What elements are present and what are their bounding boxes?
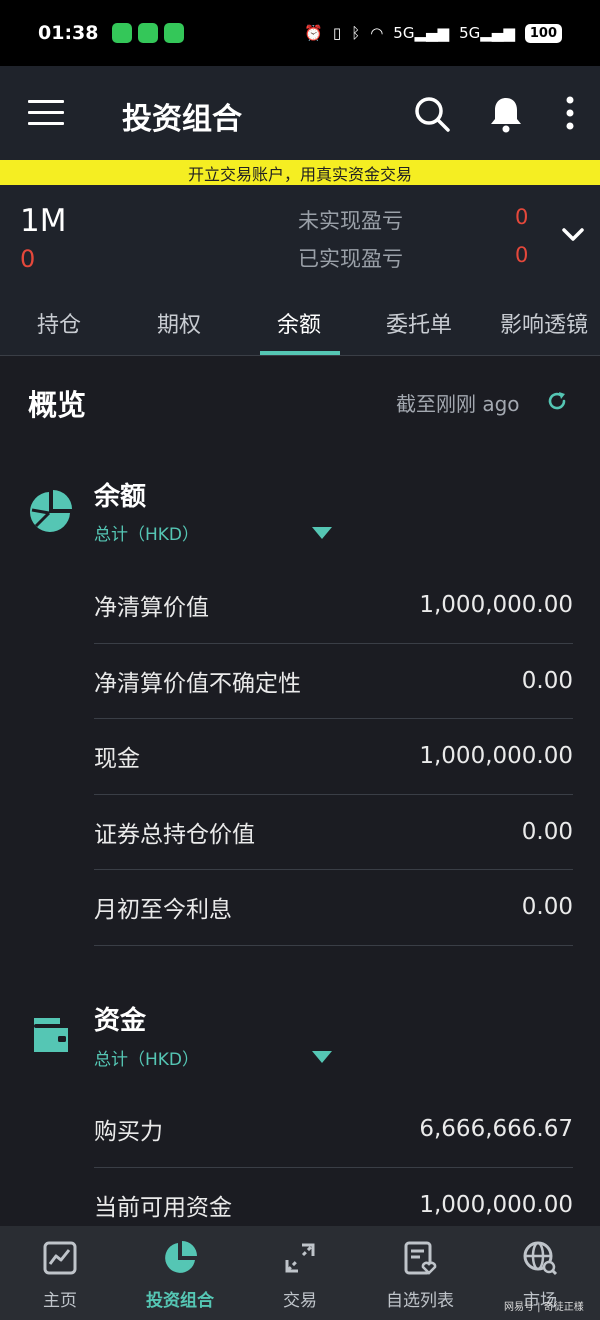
tab-impact-lens[interactable]: 影响透镜 (500, 307, 588, 339)
signal-5g-icon: 5G▂▄▆ (393, 24, 450, 42)
funds-row-buying-power: 购买力 6,666,666.67 (94, 1092, 573, 1168)
wifi-icon: ◠ (370, 24, 384, 42)
status-time: 01:38 (38, 22, 99, 44)
alarm-icon: ⏰ (304, 24, 323, 42)
dropdown-triangle-icon[interactable] (312, 527, 332, 539)
nav-portfolio[interactable]: 投资组合 (120, 1226, 240, 1320)
funds-currency-select[interactable]: 总计（HKD） (94, 1045, 199, 1070)
tab-options[interactable]: 期权 (157, 307, 201, 339)
total-value: 1M (20, 203, 67, 239)
battery-icon: 100 (524, 23, 562, 43)
last-updated: 截至刚刚 ago (396, 392, 520, 416)
watchlist-icon (404, 1241, 437, 1275)
balance-row-net-liquidation: 净清算价值 1,000,000.00 (94, 568, 573, 644)
dropdown-triangle-icon[interactable] (312, 1051, 332, 1063)
pie-chart-icon (165, 1241, 197, 1273)
nav-portfolio-label: 投资组合 (146, 1291, 214, 1311)
tab-balance[interactable]: 余额 (277, 307, 321, 339)
status-indicators: ⏰ ▯ ᛒ ◠ 5G▂▄▆ 5G▂▄▆ 100 (304, 23, 562, 43)
wallet-icon (34, 1018, 68, 1052)
watermark: 网易号 | 奇徒正樣 (504, 1302, 584, 1313)
nav-trade[interactable]: 交易 (240, 1226, 360, 1320)
realized-pl-value: 0 (515, 243, 529, 267)
vibrate-icon: ▯ (332, 24, 342, 42)
globe-search-icon (523, 1241, 558, 1276)
message-app-icon (138, 23, 159, 43)
balance-row-securities-value: 证券总持仓价值 0.00 (94, 795, 573, 870)
balance-rows: 净清算价值 1,000,000.00 净清算价值不确定性 0.00 现金 1,000,… (94, 568, 573, 946)
overview-title: 概览 (28, 388, 87, 422)
realized-pl-label: 已实现盈亏 (298, 247, 403, 271)
active-tab-indicator (260, 351, 340, 355)
balance-row-cash: 现金 1,000,000.00 (94, 719, 573, 795)
funds-section-title: 资金 (94, 1006, 147, 1036)
portfolio-tabs: 持仓 期权 余额 委托单 影响透镜 (0, 291, 600, 356)
nav-watchlist-label: 自选列表 (386, 1291, 454, 1311)
bell-icon[interactable] (486, 94, 526, 134)
app-header: 投资组合 (0, 66, 600, 160)
bluetooth-icon: ᛒ (351, 24, 361, 42)
status-bar: 01:38 ⏰ ▯ ᛒ ◠ 5G▂▄▆ 5G▂▄▆ 100 (0, 0, 600, 66)
menu-icon[interactable] (28, 100, 64, 126)
pie-chart-icon (30, 490, 72, 532)
balance-section-title: 余额 (94, 482, 147, 512)
unrealized-pl-label: 未实现盈亏 (298, 209, 403, 233)
wechat-app-icon (164, 23, 185, 43)
trade-arrows-icon (285, 1243, 315, 1273)
nav-trade-label: 交易 (283, 1291, 317, 1311)
notification-app-icon (112, 23, 133, 43)
tab-positions[interactable]: 持仓 (37, 307, 81, 339)
unrealized-pl-value: 0 (515, 205, 529, 229)
balance-row-mtd-interest: 月初至今利息 0.00 (94, 870, 573, 946)
nav-home-label: 主页 (43, 1291, 77, 1311)
more-options-icon[interactable] (550, 94, 590, 134)
expand-chevron-icon[interactable] (561, 227, 585, 243)
balance-currency-select[interactable]: 总计（HKD） (94, 520, 199, 545)
nav-watchlist[interactable]: 自选列表 (360, 1226, 480, 1320)
home-chart-icon (43, 1241, 77, 1275)
funds-rows: 购买力 6,666,666.67 当前可用资金 1,000,000.00 (94, 1092, 573, 1243)
total-change: 0 (20, 245, 36, 273)
refresh-icon[interactable] (546, 390, 568, 412)
page-title: 投资组合 (122, 102, 242, 137)
search-icon[interactable] (412, 94, 452, 134)
tab-orders[interactable]: 委托单 (386, 307, 452, 339)
signal-5g-icon: 5G▂▄▆ (459, 24, 515, 42)
status-app-icons (112, 23, 185, 43)
portfolio-summary: 1M 0 未实现盈亏 0 已实现盈亏 0 (0, 185, 600, 291)
open-account-banner[interactable]: 开立交易账户，用真实资金交易 (0, 160, 600, 185)
balance-row-liquidation-uncertainty: 净清算价值不确定性 0.00 (94, 644, 573, 719)
nav-home[interactable]: 主页 (0, 1226, 120, 1320)
